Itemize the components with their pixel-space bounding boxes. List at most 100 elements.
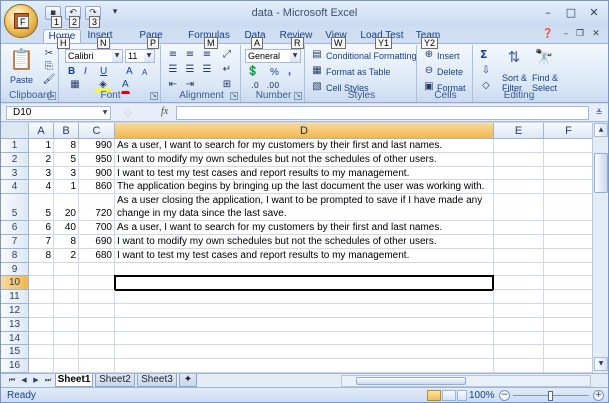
cell-a15[interactable] bbox=[29, 345, 54, 360]
cell-b6[interactable]: 40 bbox=[54, 221, 79, 235]
align-top-icon[interactable]: ≡ bbox=[165, 48, 181, 62]
ribbon-minimize-icon[interactable]: – bbox=[559, 29, 573, 41]
cell-e7[interactable] bbox=[494, 235, 544, 249]
cell-c8[interactable]: 680 bbox=[79, 248, 115, 263]
fill-icon[interactable]: ⇩ bbox=[478, 64, 494, 78]
row-header-3[interactable]: 3 bbox=[1, 166, 29, 181]
cell-c9[interactable] bbox=[79, 262, 115, 277]
cell-e12[interactable] bbox=[494, 304, 544, 318]
cell-e6[interactable] bbox=[494, 221, 544, 235]
cell-c16[interactable] bbox=[79, 359, 115, 373]
row-header-2[interactable]: 2 bbox=[1, 152, 29, 167]
number-launcher-icon[interactable]: ↘ bbox=[294, 92, 302, 100]
last-sheet-icon[interactable]: ⏭ bbox=[43, 375, 53, 386]
cell-c12[interactable] bbox=[79, 304, 115, 318]
cell-c1[interactable]: 990 bbox=[79, 139, 115, 153]
row-header-12[interactable]: 12 bbox=[1, 304, 29, 318]
close-button[interactable]: ✕ bbox=[584, 5, 604, 21]
formula-input[interactable] bbox=[176, 106, 589, 120]
row-header-13[interactable]: 13 bbox=[1, 317, 29, 332]
formula-bar-expand-icon[interactable]: ≚ bbox=[591, 106, 607, 120]
cell-c15[interactable] bbox=[79, 345, 115, 360]
font-size-select[interactable]: 11 ▼ bbox=[125, 49, 155, 63]
cell-b9[interactable] bbox=[54, 262, 79, 277]
cell-c10[interactable] bbox=[79, 276, 115, 291]
underline-button[interactable]: U bbox=[99, 65, 108, 79]
accounting-icon[interactable]: 💲 bbox=[245, 65, 261, 79]
wrap-text-icon[interactable]: ↵ bbox=[219, 63, 235, 77]
shrink-font-button[interactable]: A bbox=[141, 66, 148, 80]
cell-a5[interactable]: 5 bbox=[29, 194, 54, 222]
cell-f2[interactable] bbox=[544, 152, 594, 167]
zoom-out-button[interactable]: − bbox=[499, 390, 510, 401]
insert-sheet-icon[interactable]: ✦ bbox=[179, 374, 197, 387]
font-launcher-icon[interactable]: ↘ bbox=[150, 92, 158, 100]
column-header-e[interactable]: E bbox=[494, 123, 544, 139]
ribbon-restore-icon[interactable]: ❐ bbox=[573, 29, 587, 41]
cell-b8[interactable]: 2 bbox=[54, 248, 79, 263]
row-header-7[interactable]: 7 bbox=[1, 235, 29, 249]
cell-d6[interactable]: As a user, I want to search for my custo… bbox=[115, 221, 494, 235]
cell-c3[interactable]: 900 bbox=[79, 166, 115, 181]
cell-f11[interactable] bbox=[544, 290, 594, 304]
cell-f10[interactable] bbox=[544, 276, 594, 291]
cell-a3[interactable]: 3 bbox=[29, 166, 54, 181]
sheet-tab-sheet2[interactable]: Sheet2 bbox=[95, 374, 135, 387]
zoom-level[interactable]: 100% bbox=[469, 390, 495, 401]
row-header-9[interactable]: 9 bbox=[1, 262, 29, 277]
column-header-b[interactable]: B bbox=[54, 123, 79, 139]
cell-d14[interactable] bbox=[115, 331, 494, 346]
cell-d4[interactable]: The application begins by bringing up th… bbox=[115, 180, 494, 195]
alignment-launcher-icon[interactable]: ↘ bbox=[230, 92, 238, 100]
row-header-8[interactable]: 8 bbox=[1, 248, 29, 263]
spreadsheet-grid[interactable]: A B C D E F 1 1 8 990 As a user, I want to search … bbox=[1, 123, 608, 373]
cell-d8[interactable]: I want to test my test cases and report … bbox=[115, 248, 494, 263]
align-bottom-icon[interactable]: ≡ bbox=[199, 48, 215, 62]
minimize-button[interactable]: – bbox=[538, 5, 558, 21]
autosum-button[interactable]: Σ bbox=[479, 48, 489, 62]
zoom-slider-thumb[interactable] bbox=[548, 391, 553, 401]
cell-f16[interactable] bbox=[544, 359, 594, 373]
cell-a10[interactable] bbox=[29, 276, 54, 291]
format-painter-icon[interactable]: 🖌 bbox=[41, 73, 57, 87]
align-right-icon[interactable]: ☰ bbox=[199, 63, 215, 77]
select-all-corner[interactable] bbox=[1, 123, 29, 139]
cell-f12[interactable] bbox=[544, 304, 594, 318]
find-select-icon[interactable]: 🔭 bbox=[533, 48, 555, 70]
sort-filter-icon[interactable]: ⇅ bbox=[503, 48, 525, 70]
cell-c2[interactable]: 950 bbox=[79, 152, 115, 167]
cell-d13[interactable] bbox=[115, 317, 494, 332]
format-as-table-button[interactable]: Format as Table bbox=[325, 65, 391, 79]
percent-button[interactable]: % bbox=[269, 66, 280, 80]
cell-f1[interactable] bbox=[544, 139, 594, 153]
cell-b1[interactable]: 8 bbox=[54, 139, 79, 153]
paste-button[interactable]: Paste bbox=[9, 73, 34, 87]
cell-a6[interactable]: 6 bbox=[29, 221, 54, 235]
horizontal-scroll-thumb[interactable] bbox=[356, 377, 466, 385]
cell-a12[interactable] bbox=[29, 304, 54, 318]
cell-b12[interactable] bbox=[54, 304, 79, 318]
cell-b4[interactable]: 1 bbox=[54, 180, 79, 195]
cell-f13[interactable] bbox=[544, 317, 594, 332]
clipboard-launcher-icon[interactable]: ↘ bbox=[48, 92, 56, 100]
cell-a1[interactable]: 1 bbox=[29, 139, 54, 153]
cell-c13[interactable] bbox=[79, 317, 115, 332]
cell-a16[interactable] bbox=[29, 359, 54, 373]
cell-f6[interactable] bbox=[544, 221, 594, 235]
cell-f5[interactable] bbox=[544, 194, 594, 222]
normal-view-icon[interactable] bbox=[427, 390, 441, 401]
row-header-11[interactable]: 11 bbox=[1, 290, 29, 304]
cell-b7[interactable]: 8 bbox=[54, 235, 79, 249]
vertical-scrollbar[interactable]: ▲ ▼ bbox=[592, 123, 608, 373]
help-icon[interactable]: ❓ bbox=[541, 29, 555, 41]
maximize-button[interactable]: □ bbox=[561, 5, 581, 21]
cell-a11[interactable] bbox=[29, 290, 54, 304]
cut-icon[interactable]: ✂ bbox=[41, 47, 57, 61]
cell-a4[interactable]: 4 bbox=[29, 180, 54, 195]
font-family-select[interactable]: Calibri ▼ bbox=[65, 49, 123, 63]
cell-d1[interactable]: As a user, I want to search for my custo… bbox=[115, 139, 494, 153]
row-header-5[interactable]: 5 bbox=[1, 194, 29, 222]
row-header-10[interactable]: 10 bbox=[1, 276, 29, 291]
cell-e1[interactable] bbox=[494, 139, 544, 153]
align-left-icon[interactable]: ☰ bbox=[165, 63, 181, 77]
